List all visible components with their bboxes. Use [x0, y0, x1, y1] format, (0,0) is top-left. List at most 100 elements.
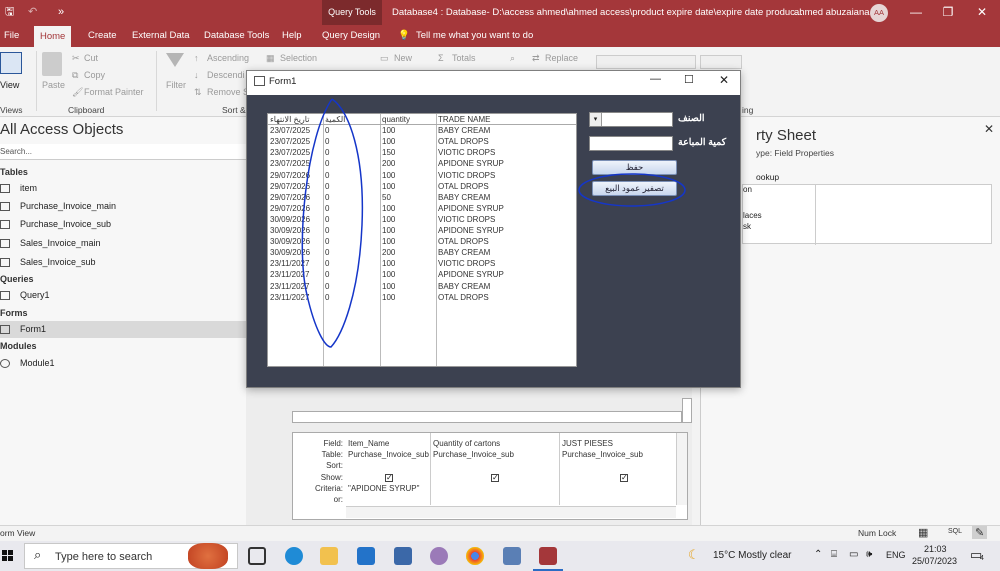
- display-icon[interactable]: ▭: [849, 549, 858, 560]
- filter-icon[interactable]: [166, 53, 184, 67]
- new-record-icon[interactable]: ▭: [380, 53, 389, 64]
- butterfly-icon[interactable]: [188, 543, 228, 569]
- task-view-icon[interactable]: [248, 547, 266, 565]
- close-button[interactable]: ✕: [966, 0, 998, 25]
- view-icon[interactable]: [0, 52, 22, 74]
- cut-icon[interactable]: ✂: [72, 53, 80, 64]
- grid-horizontal-scrollbar[interactable]: [346, 506, 676, 518]
- avatar[interactable]: AA: [870, 4, 888, 22]
- nav-item-table[interactable]: Purchase_Invoice_main: [0, 198, 246, 215]
- tab-create[interactable]: Create: [88, 25, 117, 47]
- language-indicator[interactable]: ENG: [886, 550, 906, 560]
- font-selector[interactable]: [596, 55, 696, 69]
- minimize-button[interactable]: —: [650, 73, 661, 85]
- nav-item-table[interactable]: Purchase_Invoice_sub: [0, 216, 246, 233]
- file-explorer-icon[interactable]: [320, 547, 338, 565]
- chevron-up-icon[interactable]: ⌃: [814, 549, 822, 560]
- new-record-button[interactable]: New: [394, 53, 412, 63]
- tab-query-design[interactable]: Query Design: [322, 25, 380, 47]
- descending-icon[interactable]: ↓: [194, 70, 199, 80]
- font-size-selector[interactable]: [700, 55, 742, 69]
- selection-button[interactable]: Selection: [280, 53, 317, 63]
- tab-home[interactable]: Home: [34, 25, 72, 47]
- more-commands-icon[interactable]: »: [58, 0, 64, 25]
- access-icon[interactable]: [539, 547, 557, 565]
- grid-field-cell[interactable]: JUST PIESES: [562, 439, 674, 448]
- ascending-icon[interactable]: ↑: [194, 53, 199, 63]
- nav-item-table[interactable]: item: [0, 180, 246, 197]
- nav-section-queries[interactable]: Queries: [0, 274, 34, 284]
- nav-item-form[interactable]: Form1: [0, 321, 246, 338]
- nav-item-table[interactable]: Sales_Invoice_main: [0, 235, 246, 252]
- selection-icon[interactable]: ▦: [266, 53, 275, 64]
- show-checkbox[interactable]: ✓: [620, 474, 628, 482]
- nav-item-module[interactable]: Module1: [0, 355, 246, 372]
- weather-text[interactable]: 15°C Mostly clear: [713, 550, 791, 561]
- horizontal-scrollbar[interactable]: [292, 411, 682, 423]
- restore-button[interactable]: ❐: [932, 0, 964, 25]
- item-combobox[interactable]: ▾: [589, 112, 673, 127]
- nav-section-tables[interactable]: Tables: [0, 167, 28, 177]
- nav-item-query[interactable]: Query1: [0, 287, 246, 304]
- remove-sort-button[interactable]: Remove S: [207, 87, 249, 97]
- cut-button[interactable]: Cut: [84, 53, 98, 63]
- grid-table-cell[interactable]: Purchase_Invoice_sub: [348, 450, 430, 459]
- chrome-icon[interactable]: [466, 547, 484, 565]
- totals-button[interactable]: Totals: [452, 53, 476, 63]
- qty-sold-input[interactable]: [589, 136, 673, 151]
- paste-button[interactable]: Paste: [42, 80, 65, 90]
- descending-button[interactable]: Descendi: [207, 70, 245, 80]
- format-painter-button[interactable]: Format Painter: [84, 87, 144, 97]
- ascending-button[interactable]: Ascending: [207, 53, 249, 63]
- paste-icon[interactable]: [42, 52, 62, 76]
- form-view-icon[interactable]: ▦: [918, 526, 928, 539]
- format-painter-icon[interactable]: 🖌: [72, 87, 83, 98]
- view-button[interactable]: View: [0, 80, 19, 90]
- snip-icon[interactable]: [430, 547, 448, 565]
- grid-table-cell[interactable]: Purchase_Invoice_sub: [433, 450, 558, 459]
- close-icon[interactable]: ✕: [984, 122, 994, 136]
- minimize-button[interactable]: —: [900, 0, 932, 25]
- tab-lookup[interactable]: ookup: [756, 172, 779, 182]
- copy-button[interactable]: Copy: [84, 70, 105, 80]
- sql-view-icon[interactable]: SQL: [948, 528, 962, 535]
- replace-icon[interactable]: ⇄: [532, 53, 540, 64]
- edge-icon[interactable]: [285, 547, 303, 565]
- grid-table-cell[interactable]: Purchase_Invoice_sub: [562, 450, 674, 459]
- maximize-button[interactable]: ☐: [684, 73, 694, 86]
- user-name[interactable]: ahmed abuzaiana: [794, 0, 870, 25]
- windows-start-icon[interactable]: [2, 550, 14, 562]
- network-icon[interactable]: ⌸: [831, 549, 837, 560]
- design-view-icon[interactable]: ✎: [972, 526, 988, 539]
- show-checkbox[interactable]: ✓: [385, 474, 393, 482]
- tell-me-input[interactable]: Tell me what you want to do: [416, 25, 533, 47]
- calculator-icon[interactable]: [394, 547, 412, 565]
- close-button[interactable]: ✕: [719, 73, 729, 87]
- save-icon[interactable]: 🖫: [5, 0, 14, 25]
- chevron-down-icon[interactable]: ▾: [590, 113, 602, 126]
- grid-field-cell[interactable]: Item_Name: [348, 439, 430, 448]
- nav-header[interactable]: All Access Objects: [0, 121, 123, 138]
- mail-icon[interactable]: [357, 547, 375, 565]
- undo-icon[interactable]: ↶: [28, 0, 37, 25]
- nav-item-table[interactable]: Sales_Invoice_sub: [0, 254, 246, 271]
- network-app-icon[interactable]: [503, 547, 521, 565]
- weather-icon[interactable]: ☾: [688, 547, 700, 563]
- vertical-scrollbar[interactable]: [682, 398, 692, 423]
- nav-search-input[interactable]: Search...: [0, 144, 246, 160]
- tab-external-data[interactable]: External Data: [132, 25, 190, 47]
- find-icon[interactable]: ⌕: [510, 53, 515, 64]
- copy-icon[interactable]: ⧉: [72, 70, 78, 81]
- volume-icon[interactable]: 🕪: [866, 549, 872, 560]
- nav-section-forms[interactable]: Forms: [0, 308, 28, 318]
- nav-section-modules[interactable]: Modules: [0, 341, 37, 351]
- tab-help[interactable]: Help: [282, 25, 302, 47]
- tab-database-tools[interactable]: Database Tools: [204, 25, 269, 47]
- replace-button[interactable]: Replace: [545, 53, 578, 63]
- grid-vertical-scrollbar[interactable]: [676, 433, 687, 505]
- clock-time[interactable]: 21:03: [924, 544, 947, 554]
- grid-criteria-cell[interactable]: "APIDONE SYRUP": [348, 484, 430, 493]
- filter-button[interactable]: Filter: [166, 80, 186, 90]
- totals-icon[interactable]: Σ: [438, 53, 444, 63]
- grid-field-cell[interactable]: Quantity of cartons: [433, 439, 558, 448]
